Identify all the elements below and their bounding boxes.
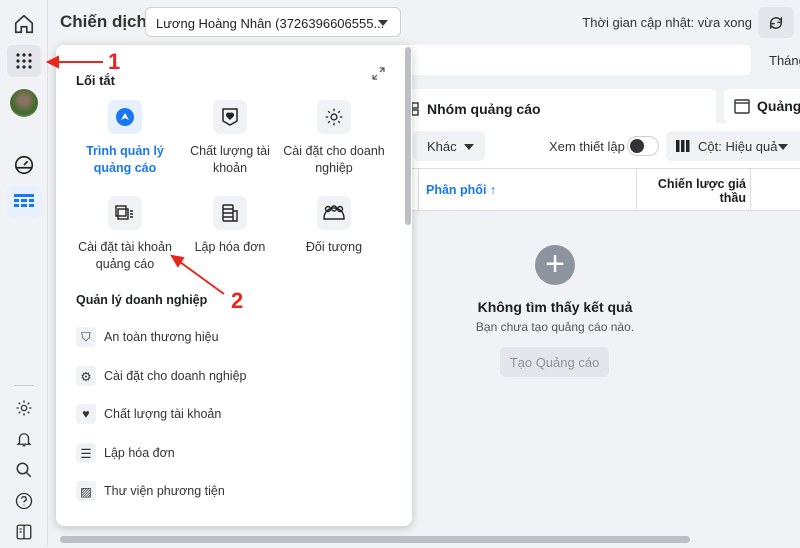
annotation-arrow-2	[179, 261, 225, 295]
annotation-arrowhead-1	[45, 55, 59, 69]
annotation-label-2: 2	[231, 288, 244, 313]
annotation-arrows	[45, 55, 225, 295]
annotation-arrowhead-2	[170, 254, 185, 268]
annotation-label-1: 1	[108, 49, 121, 74]
